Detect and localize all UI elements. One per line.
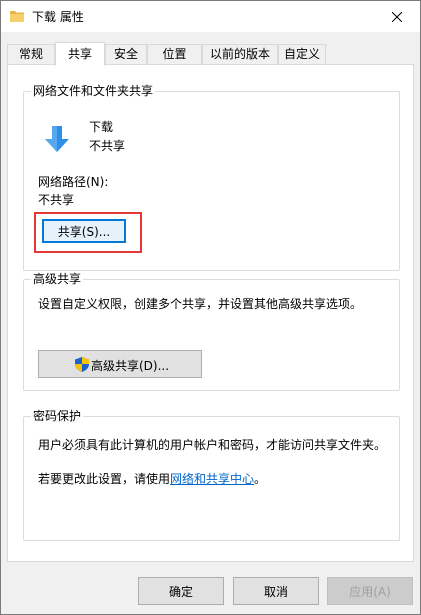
- advanced-description: 设置自定义权限，创建多个共享，并设置其他高级共享选项。: [38, 297, 363, 311]
- ok-button[interactable]: 确定: [138, 577, 224, 605]
- tab-general[interactable]: 常规: [7, 44, 55, 65]
- group-title: 密码保护: [31, 409, 84, 423]
- change-prefix: 若要更改此设置，请使用: [38, 472, 171, 486]
- password-protection-group: 密码保护 用户必须具有此计算机的用户帐户和密码，才能访问共享文件夹。 若要更改此…: [23, 409, 400, 541]
- folder-icon: [10, 11, 24, 22]
- properties-window: 下载 属性 常规 共享 安全 位置 以前的版本 自定义 网络文件和文件夹共享 下…: [0, 0, 421, 615]
- tab-security[interactable]: 安全: [105, 44, 147, 65]
- network-sharing-center-link[interactable]: 网络和共享中心: [170, 472, 254, 486]
- network-path-label: 网络路径(N):: [38, 175, 109, 189]
- advanced-sharing-group: 高级共享 设置自定义权限，创建多个共享，并设置其他高级共享选项。 高级共享(D)…: [23, 272, 400, 391]
- apply-button[interactable]: 应用(A): [327, 577, 413, 605]
- advanced-sharing-label: 高级共享(D)...: [91, 359, 170, 373]
- close-button[interactable]: [374, 1, 420, 32]
- share-status: 不共享: [89, 139, 126, 153]
- window-title: 下载 属性: [32, 10, 84, 24]
- title-bar: 下载 属性: [1, 1, 420, 32]
- change-suffix: 。: [254, 472, 267, 486]
- tab-sharing[interactable]: 共享: [55, 42, 105, 66]
- advanced-sharing-button[interactable]: 高级共享(D)...: [38, 350, 202, 378]
- sharing-panel: 网络文件和文件夹共享 下载 不共享 网络路径(N): 不共享 共享(S)... …: [7, 64, 414, 562]
- password-description: 用户必须具有此计算机的用户帐户和密码，才能访问共享文件夹。: [38, 438, 387, 452]
- tab-previous-versions[interactable]: 以前的版本: [202, 44, 278, 65]
- folder-name: 下载: [89, 120, 114, 134]
- tab-customize[interactable]: 自定义: [278, 44, 326, 65]
- download-arrow-icon: [45, 126, 69, 152]
- uac-shield-icon: [75, 357, 89, 372]
- share-button[interactable]: 共享(S)...: [42, 219, 126, 243]
- network-sharing-group: 网络文件和文件夹共享 下载 不共享 网络路径(N): 不共享 共享(S)...: [23, 84, 400, 271]
- close-icon: [392, 11, 402, 22]
- group-title: 高级共享: [31, 272, 84, 286]
- cancel-button[interactable]: 取消: [233, 577, 319, 605]
- network-path-value: 不共享: [38, 193, 75, 207]
- group-title: 网络文件和文件夹共享: [31, 84, 156, 98]
- change-setting-text: 若要更改此设置，请使用网络和共享中心。: [38, 472, 266, 487]
- tab-location[interactable]: 位置: [147, 44, 202, 65]
